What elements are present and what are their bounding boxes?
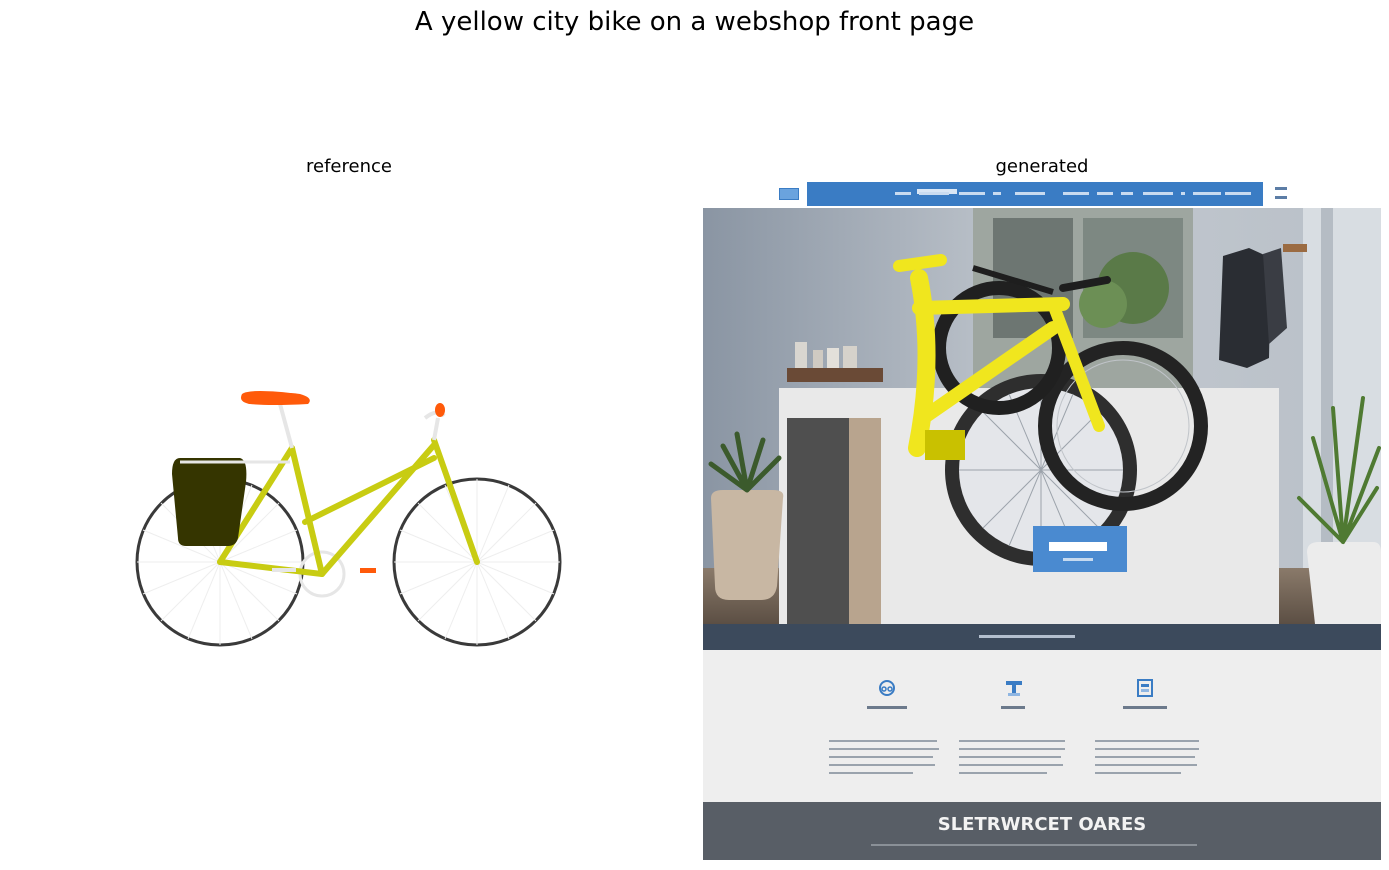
feature-text-line [959,740,1065,742]
feature-section [703,650,1381,802]
nav-item [1097,192,1113,195]
footer-text-placeholder [871,844,1197,846]
feature-text-line [959,748,1065,750]
feature-text-line [1095,740,1199,742]
nav-item [895,192,911,195]
hero-cta-card [1033,526,1127,572]
navbar-menu-strip [807,182,1263,206]
feature-label-placeholder [1123,706,1167,709]
generated-panel-title: generated [995,156,1089,177]
shop-logo [779,188,799,200]
feature-text-line [959,756,1061,758]
feature-label-placeholder [867,706,907,709]
nav-item [1193,192,1221,195]
feature-text-line [829,764,935,766]
generated-image: SLETRWRCET OARES [703,182,1381,860]
nav-item [1181,192,1185,195]
webshop-footer: SLETRWRCET OARES [703,802,1381,860]
hero-caption-band [703,624,1381,650]
seat-post [278,403,294,449]
feature-text-line [959,764,1063,766]
tool-feature-icon [1006,681,1022,696]
bike-feature-icon [879,680,895,696]
nav-item [1121,192,1133,195]
feature-text-line [829,748,939,750]
nav-item [993,192,1001,195]
nav-item [1015,192,1045,195]
feature-text-line [829,740,937,742]
delivery-feature-icon [1137,679,1153,697]
footer-heading: SLETRWRCET OARES [937,814,1147,835]
band-text-placeholder [979,635,1075,638]
feature-text-line [829,772,913,774]
nav-item [1225,192,1251,195]
webshop-navbar [703,182,1381,208]
reference-bike-illustration [135,391,562,647]
hero-scene [703,208,1381,624]
nav-item [1063,192,1089,195]
feature-text-line [1095,772,1181,774]
feature-text-line [1095,764,1197,766]
hero-banner [703,208,1381,624]
feature-text-line [1095,748,1199,750]
pannier-bag [172,458,247,546]
saddle [241,391,310,405]
figure-title: A yellow city bike on a webshop front pa… [414,7,975,37]
account-link-placeholder [1275,187,1287,190]
bike-frame [217,437,480,577]
nav-item [1143,192,1173,195]
nav-item [919,192,949,195]
reference-image [0,182,698,860]
feature-text-line [1095,756,1195,758]
cart-link-placeholder [1275,196,1287,199]
reference-panel-title: reference [306,156,392,177]
feature-label-placeholder [1001,706,1025,709]
handlebar [423,403,446,441]
nav-item [959,192,985,195]
feature-text-line [959,772,1047,774]
feature-text-line [829,756,933,758]
